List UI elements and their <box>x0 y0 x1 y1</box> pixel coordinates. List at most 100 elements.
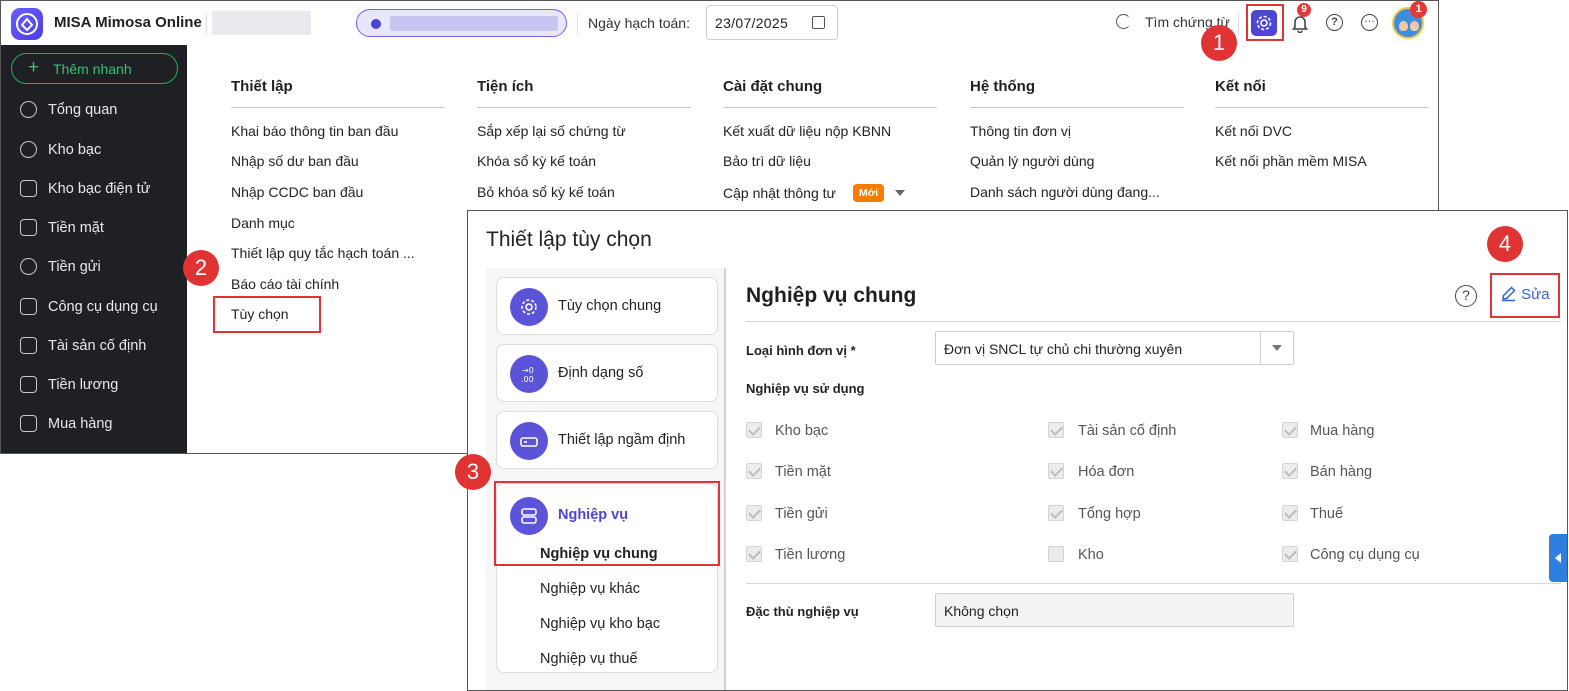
nav-card-label: Định dạng số <box>558 365 644 381</box>
checkbox-label: Công cụ dụng cụ <box>1310 547 1420 563</box>
posting-date-field[interactable]: 23/07/2025 <box>706 5 838 40</box>
menu-item[interactable]: Bảo trì dữ liệu <box>723 153 811 169</box>
sidebar-item-salary[interactable]: Tiền lương <box>1 370 187 400</box>
sidebar-item-cash[interactable]: Tiền mặt <box>1 213 187 243</box>
chevron-down-icon[interactable] <box>895 190 905 196</box>
step-marker-4: 4 <box>1487 226 1523 262</box>
menu-item[interactable]: Kết nối DVC <box>1215 123 1292 139</box>
quick-add-button[interactable]: + Thêm nhanh <box>11 53 178 84</box>
divider <box>477 107 691 108</box>
avatar-face <box>1399 21 1408 31</box>
sidebar-item-overview[interactable]: Tổng quan <box>1 95 187 125</box>
menu-item[interactable]: Kết nối phần mềm MISA <box>1215 153 1367 169</box>
checkbox-salary[interactable] <box>746 546 762 562</box>
help-icon[interactable]: ? <box>1455 285 1477 307</box>
section-title: Nghiệp vụ chung <box>746 284 917 307</box>
nav-sub-tax-operations[interactable]: Nghiệp vụ thuế <box>540 651 638 667</box>
tools-icon <box>20 298 37 315</box>
sidebar-item-label: Mua hàng <box>48 416 113 432</box>
menu-item[interactable]: Nhập số dư ban đầu <box>231 153 359 169</box>
dialog-title: Thiết lập tùy chọn <box>486 228 652 251</box>
menu-item[interactable]: Quản lý người dùng <box>970 153 1094 169</box>
menu-item[interactable]: Nhập CCDC ban đầu <box>231 184 363 200</box>
checkbox-sales[interactable] <box>1282 463 1298 479</box>
checkbox-invoice[interactable] <box>1048 463 1064 479</box>
special-operations-field[interactable]: Không chọn <box>935 593 1294 627</box>
options-dialog: Thiết lập tùy chọn Tùy chọn chung →0.00 … <box>467 210 1568 691</box>
sidebar-item-tools[interactable]: Công cụ dụng cụ <box>1 292 187 322</box>
menu-item[interactable]: Thông tin đơn vị <box>970 123 1071 139</box>
checkbox-purchase[interactable] <box>1282 422 1298 438</box>
sidebar-item-label: Kho bạc <box>48 142 102 158</box>
nav-sub-treasury-operations[interactable]: Nghiệp vụ kho bạc <box>540 616 660 632</box>
menu-column-title: Cài đặt chung <box>723 78 823 95</box>
menu-item[interactable]: Khóa sổ kỳ kế toán <box>477 153 596 169</box>
divider <box>231 107 445 108</box>
collapse-panel-tab[interactable] <box>1549 534 1567 582</box>
sidebar-item-label: Tiền gửi <box>48 259 101 275</box>
menu-item[interactable]: Bỏ khóa sổ kỳ kế toán <box>477 184 615 200</box>
checkbox-cash[interactable] <box>746 463 762 479</box>
database-name-redacted <box>390 16 558 31</box>
menu-item[interactable]: Cập nhật thông tư <box>723 185 836 201</box>
bell-icon[interactable] <box>1291 14 1309 33</box>
checkbox-label: Kho <box>1078 547 1104 563</box>
highlight-edit <box>1490 273 1560 318</box>
nav-card-number-format[interactable]: →0.00 Định dạng số <box>496 344 718 402</box>
menu-item[interactable]: Danh mục <box>231 215 295 231</box>
sidebar-item-fixed-asset[interactable]: Tài sản cố định <box>1 331 187 361</box>
checkbox-label: Tài sản cố định <box>1078 423 1177 439</box>
checkbox-deposit[interactable] <box>746 505 762 521</box>
sidebar-item-label: Tài sản cố định <box>48 338 147 354</box>
sidebar-item-label: Tiền mặt <box>48 220 104 236</box>
menu-item[interactable]: Sắp xếp lại số chứng từ <box>477 123 626 139</box>
divider <box>723 107 937 108</box>
checkbox-fixed-asset[interactable] <box>1048 422 1064 438</box>
checkbox-tax[interactable] <box>1282 505 1298 521</box>
misa-logo-icon[interactable] <box>11 8 43 40</box>
chevron-down-icon[interactable] <box>1260 332 1293 364</box>
cart-icon <box>20 415 37 432</box>
posting-date-value: 23/07/2025 <box>715 15 789 31</box>
checkbox-label: Tổng hợp <box>1078 506 1141 522</box>
help-icon[interactable]: ? <box>1326 14 1343 31</box>
nav-card-label: Thiết lập ngầm định <box>558 432 686 448</box>
checkbox-treasury[interactable] <box>746 422 762 438</box>
menu-item[interactable]: Khai báo thông tin ban đầu <box>231 123 398 139</box>
status-dot <box>371 19 381 29</box>
deposit-icon <box>20 258 37 275</box>
menu-item[interactable]: Kết xuất dữ liệu nộp KBNN <box>723 123 891 139</box>
options-content: Nghiệp vụ chung ? Sửa Loại hình đơn vị *… <box>728 268 1567 690</box>
checkbox-label: Bán hàng <box>1310 464 1373 480</box>
step-marker-3: 3 <box>455 454 491 490</box>
checkbox-general[interactable] <box>1048 505 1064 521</box>
plus-icon: + <box>28 57 40 78</box>
sidebar-item-e-treasury[interactable]: Kho bạc điện tử <box>1 174 187 204</box>
checkbox-inventory[interactable] <box>1048 546 1064 562</box>
e-treasury-icon <box>20 180 37 197</box>
special-operations-label: Đặc thù nghiệp vụ <box>746 604 859 619</box>
checkbox-label: Tiền lương <box>775 547 846 563</box>
checkbox-tools[interactable] <box>1282 546 1298 562</box>
new-badge: Mới <box>853 184 885 202</box>
gear-icon <box>510 288 548 326</box>
checkbox-label: Tiền gửi <box>775 506 828 522</box>
more-icon[interactable]: … <box>1361 14 1378 31</box>
unit-name-redacted[interactable] <box>212 11 311 35</box>
menu-column-title: Thiết lập <box>231 78 293 95</box>
sidebar-item-purchase[interactable]: Mua hàng <box>1 409 187 439</box>
unit-type-select[interactable]: Đơn vị SNCL tự chủ chi thường xuyên <box>935 331 1294 365</box>
calendar-icon[interactable] <box>812 16 825 29</box>
database-selector[interactable] <box>356 9 567 37</box>
used-operations-label: Nghiệp vụ sử dụng <box>746 381 865 396</box>
divider <box>206 13 207 35</box>
sidebar-item-treasury[interactable]: Kho bạc <box>1 135 187 165</box>
menu-item[interactable]: Báo cáo tài chính <box>231 276 339 292</box>
nav-card-default-settings[interactable]: Thiết lập ngầm định <box>496 411 718 469</box>
nav-sub-other-operations[interactable]: Nghiệp vụ khác <box>540 581 640 597</box>
menu-item[interactable]: Danh sách người dùng đang... <box>970 184 1160 200</box>
sidebar-item-deposit[interactable]: Tiền gửi <box>1 252 187 282</box>
nav-card-general-options[interactable]: Tùy chọn chung <box>496 277 718 335</box>
menu-item[interactable]: Thiết lập quy tắc hạch toán ... <box>231 245 415 261</box>
pie-chart-icon <box>20 101 37 118</box>
